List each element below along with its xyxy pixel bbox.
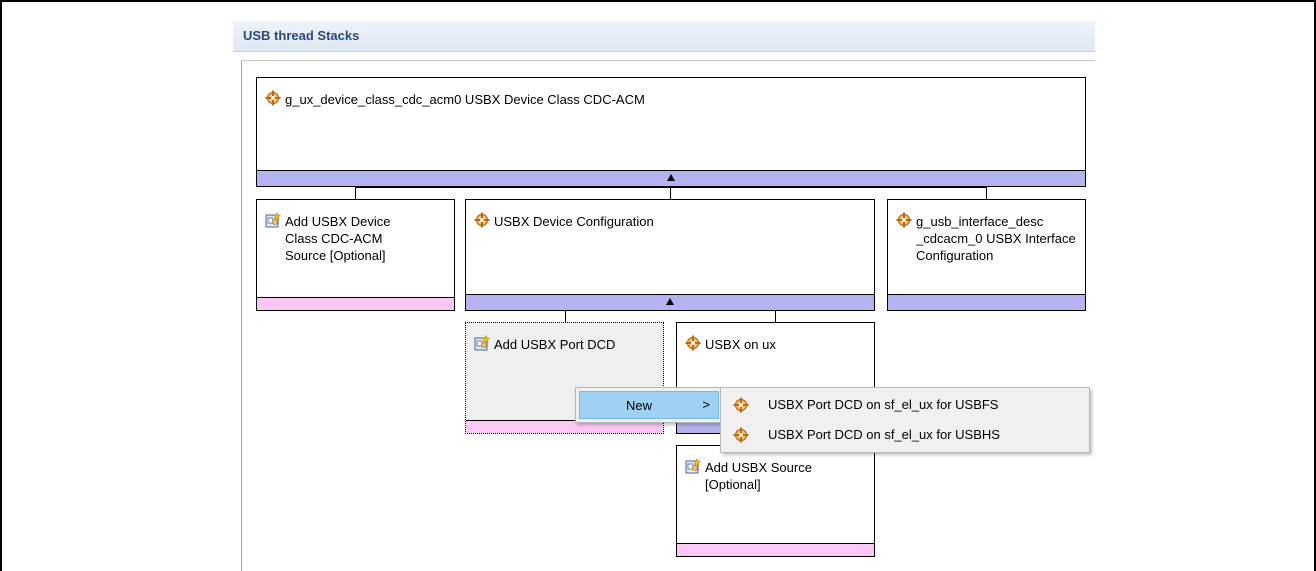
dependency-bar[interactable] bbox=[257, 170, 1085, 186]
module-icon bbox=[474, 212, 490, 228]
connector bbox=[565, 311, 566, 322]
stack-module-cdc-acm[interactable]: g_ux_device_class_cdc_acm0 USBX Device C… bbox=[256, 77, 1086, 187]
module-icon bbox=[685, 335, 701, 351]
collapse-arrow-icon[interactable] bbox=[667, 174, 675, 181]
module-icon bbox=[896, 212, 912, 228]
submenu-item-usbfs[interactable]: USBX Port DCD on sf_el_ux for USBFS bbox=[724, 391, 1086, 419]
module-title: g_ux_device_class_cdc_acm0 USBX Device C… bbox=[285, 92, 645, 107]
module-title: USBX Device Configuration bbox=[494, 214, 654, 229]
module-title: Add USBX Device Class CDC-ACM Source [Op… bbox=[285, 214, 391, 263]
menu-item-label: New bbox=[626, 398, 653, 413]
connector bbox=[986, 187, 987, 199]
submenu-item-label: USBX Port DCD on sf_el_ux for USBHS bbox=[768, 427, 1000, 442]
add-module-icon bbox=[474, 335, 490, 351]
optional-bar bbox=[257, 297, 454, 310]
module-title: Add USBX Source [Optional] bbox=[705, 460, 812, 492]
connector bbox=[775, 311, 776, 322]
submenu: USBX Port DCD on sf_el_ux for USBFS USBX… bbox=[720, 387, 1090, 453]
submenu-item-label: USBX Port DCD on sf_el_ux for USBFS bbox=[768, 397, 999, 412]
connector bbox=[355, 187, 356, 199]
stack-module-device-configuration[interactable]: USBX Device Configuration bbox=[465, 199, 875, 311]
stack-module-interface-configuration[interactable]: g_usb_interface_desc _cdcacm_0 USBX Inte… bbox=[887, 199, 1086, 311]
add-cdc-acm-source-block[interactable]: Add USBX Device Class CDC-ACM Source [Op… bbox=[256, 199, 455, 311]
panel-left-edge bbox=[241, 60, 242, 571]
panel-top-edge bbox=[241, 60, 1095, 61]
module-title: Add USBX Port DCD bbox=[494, 337, 616, 352]
submenu-item-usbhs[interactable]: USBX Port DCD on sf_el_ux for USBHS bbox=[724, 421, 1086, 449]
add-usbx-source-block[interactable]: Add USBX Source [Optional] bbox=[676, 445, 875, 557]
context-menu: New > bbox=[575, 387, 723, 423]
optional-bar bbox=[677, 543, 874, 556]
collapse-arrow-icon[interactable] bbox=[666, 298, 674, 305]
dependency-bar[interactable] bbox=[466, 294, 874, 310]
module-icon bbox=[265, 90, 281, 106]
connector bbox=[670, 187, 671, 199]
module-title: g_usb_interface_desc _cdcacm_0 USBX Inte… bbox=[916, 214, 1076, 263]
module-title: USBX on ux bbox=[705, 337, 776, 352]
dependency-bar[interactable] bbox=[888, 294, 1085, 310]
menu-item-new[interactable]: New > bbox=[579, 391, 719, 419]
module-icon bbox=[733, 427, 749, 443]
module-icon bbox=[733, 397, 749, 413]
section-header: USB thread Stacks bbox=[233, 21, 1095, 52]
add-module-icon bbox=[265, 212, 281, 228]
connector bbox=[355, 187, 987, 188]
add-module-icon bbox=[685, 458, 701, 474]
submenu-arrow-icon: > bbox=[702, 397, 710, 412]
section-title: USB thread Stacks bbox=[243, 28, 360, 43]
